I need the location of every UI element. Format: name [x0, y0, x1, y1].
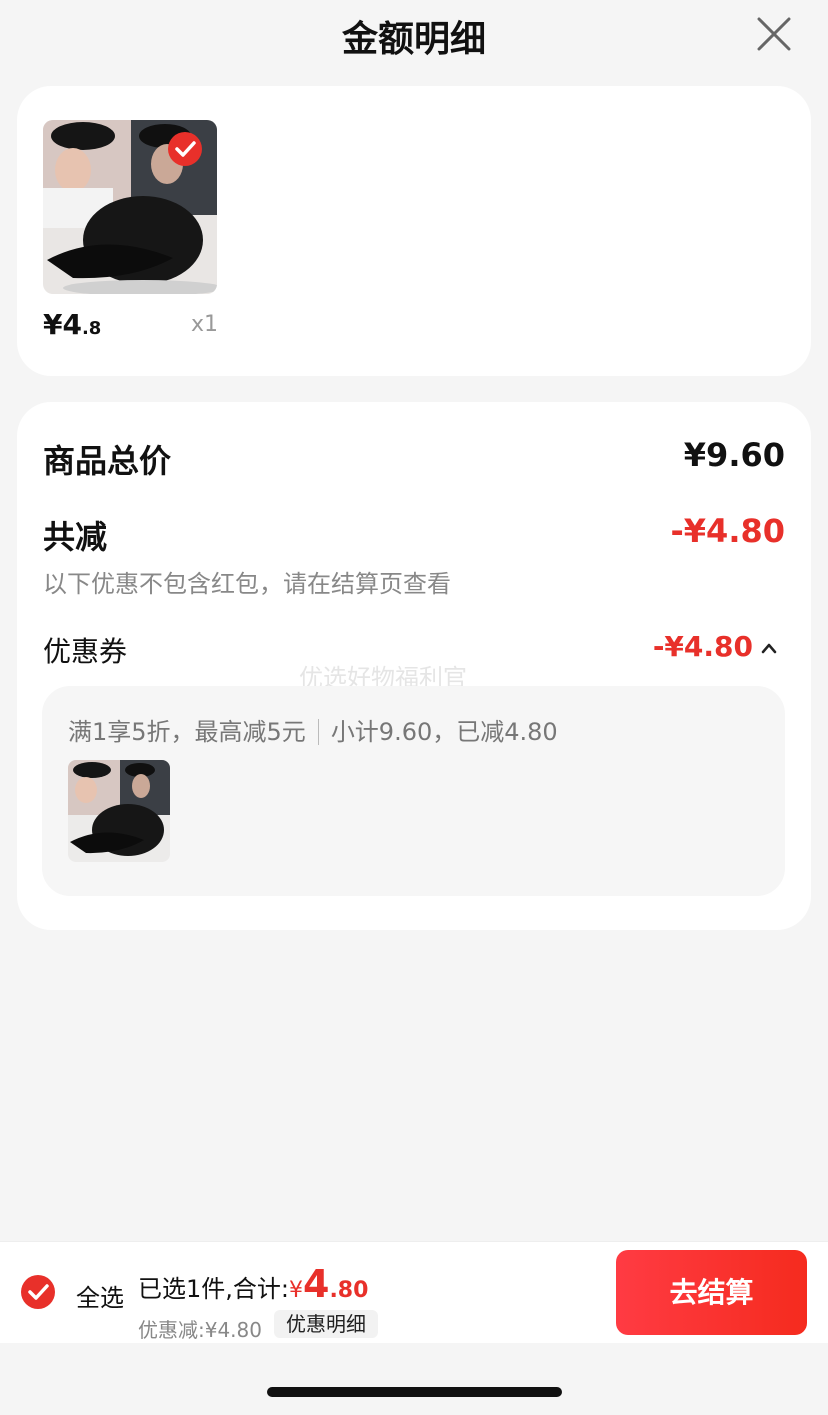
product-card: ¥4.8 x1 [17, 86, 811, 376]
page-title: 金额明细 [341, 19, 486, 60]
close-icon[interactable] [755, 15, 793, 53]
coupon-value[interactable]: -¥4.80 [653, 630, 753, 663]
select-all-checkmark-icon[interactable] [20, 1274, 56, 1310]
coupon-label: 优惠券 [43, 635, 128, 668]
discount-detail-button[interactable]: 优惠明细 [274, 1310, 378, 1338]
bottom-bar: 全选 已选1件,合计:¥4.80 优惠减:¥4.80 优惠明细 去结算 [0, 1241, 828, 1343]
discount-note: 以下优惠不包含红包，请在结算页查看 [43, 570, 451, 598]
home-indicator [267, 1387, 562, 1397]
discount-summary: 优惠减:¥4.80 [138, 1318, 262, 1342]
total-label: 商品总价 [43, 442, 172, 480]
product-quantity: x1 [191, 312, 219, 337]
summary-card: 商品总价 ¥9.60 共减 -¥4.80 以下优惠不包含红包，请在结算页查看 优… [17, 402, 811, 930]
checkmark-circle-icon[interactable] [167, 131, 203, 167]
header: 金额明细 [0, 0, 828, 70]
select-all-label[interactable]: 全选 [76, 1278, 124, 1313]
coupon-product-image [68, 760, 170, 862]
checkout-button[interactable]: 去结算 [616, 1250, 807, 1335]
coupon-detail: 满1享5折，最高减5元 小计9.60，已减4.80 [42, 686, 785, 896]
coupon-rule: 满1享5折，最高减5元 小计9.60，已减4.80 [68, 718, 558, 746]
total-value: ¥9.60 [683, 436, 785, 474]
product-price: ¥4.8 [43, 308, 102, 341]
selected-total: 已选1件,合计:¥4.80 [138, 1262, 369, 1306]
discount-label: 共减 [43, 518, 108, 556]
chevron-up-icon[interactable] [761, 642, 777, 654]
discount-value: -¥4.80 [670, 512, 786, 550]
